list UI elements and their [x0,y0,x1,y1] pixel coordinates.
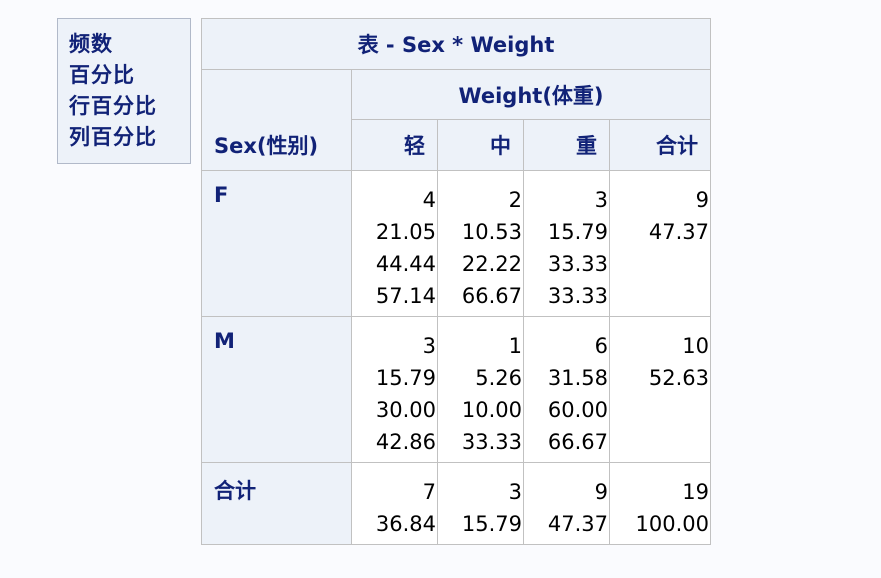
cell-percent: 100.00 [635,512,709,536]
data-cell: 3 15.79 30.00 42.86 [351,316,438,463]
cell-row-percent: 60.00 [547,398,608,422]
cell-row-percent: 10.00 [461,398,522,422]
column-header-medium: 中 [437,119,524,171]
table-row-total: 合计 7 36.84 3 15.79 9 47.37 19 100.00 [201,462,711,545]
row-label-total: 合计 [201,462,352,545]
row-total-cell: 10 52.63 [609,316,711,463]
legend-percent: 百分比 [69,63,135,87]
legend-row-percent: 行百分比 [69,94,157,118]
table-title: 表 - Sex * Weight [201,18,711,70]
column-total-cell: 9 47.37 [523,462,610,545]
cell-percent: 47.37 [547,512,608,536]
cell-percent: 15.79 [461,512,522,536]
cell-row-percent: 30.00 [375,398,436,422]
cell-col-percent: 33.33 [461,430,522,454]
cell-row-percent: 33.33 [547,252,608,276]
row-label-f: F [201,170,352,317]
data-cell: 4 21.05 44.44 57.14 [351,170,438,317]
column-header-total: 合计 [609,119,711,171]
row-total-cell: 9 47.37 [609,170,711,317]
cell-frequency: 6 [594,334,608,358]
cell-frequency: 1 [508,334,522,358]
table-row: F 4 21.05 44.44 57.14 2 10.53 22.22 66.6… [201,170,711,317]
grand-total-cell: 19 100.00 [609,462,711,545]
cell-frequency: 10 [682,334,709,358]
cell-percent: 31.58 [547,366,608,390]
cell-frequency: 7 [422,480,436,504]
cell-col-percent: 57.14 [375,284,436,308]
row-header-label: Sex(性别) [201,69,352,171]
cell-col-percent: 66.67 [547,430,608,454]
cell-percent: 15.79 [375,366,436,390]
column-total-cell: 7 36.84 [351,462,438,545]
cell-percent: 10.53 [461,220,522,244]
column-header-heavy: 重 [523,119,610,171]
cell-frequency: 3 [422,334,436,358]
cell-col-percent: 33.33 [547,284,608,308]
cell-percent: 52.63 [648,366,709,390]
cell-col-percent: 66.67 [461,284,522,308]
column-total-cell: 3 15.79 [437,462,524,545]
data-cell: 3 15.79 33.33 33.33 [523,170,610,317]
cell-row-percent: 22.22 [461,252,522,276]
cell-frequency: 19 [682,480,709,504]
legend-frequency: 频数 [69,32,113,56]
data-cell: 1 5.26 10.00 33.33 [437,316,524,463]
cell-percent: 36.84 [375,512,436,536]
cell-percent: 21.05 [375,220,436,244]
cell-percent: 5.26 [475,366,522,390]
column-group-label: Weight(体重) [351,69,711,120]
cell-percent: 47.37 [648,220,709,244]
crosstab-table: 表 - Sex * Weight Sex(性别) Weight(体重) 轻 中 … [201,18,711,545]
data-cell: 6 31.58 60.00 66.67 [523,316,610,463]
cell-frequency: 3 [594,188,608,212]
cell-frequency: 2 [508,188,522,212]
cell-frequency: 3 [508,480,522,504]
cell-frequency: 9 [594,480,608,504]
column-header-light: 轻 [351,119,438,171]
statistics-legend: 频数 百分比 行百分比 列百分比 [57,18,191,164]
table-row: M 3 15.79 30.00 42.86 1 5.26 10.00 33.33… [201,316,711,463]
cell-col-percent: 42.86 [375,430,436,454]
cell-percent: 15.79 [547,220,608,244]
cell-frequency: 4 [422,188,436,212]
cell-row-percent: 44.44 [375,252,436,276]
legend-col-percent: 列百分比 [69,125,157,149]
cell-frequency: 9 [695,188,709,212]
data-cell: 2 10.53 22.22 66.67 [437,170,524,317]
row-label-m: M [201,316,352,463]
